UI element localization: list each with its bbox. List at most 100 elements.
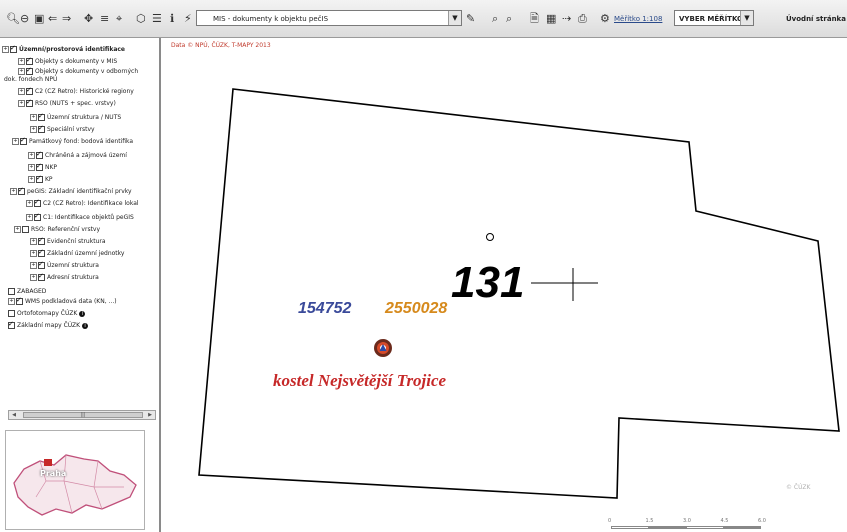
tree-item[interactable]: + Speciální vrstvy	[30, 124, 95, 134]
export-icon[interactable]: ⇢	[562, 12, 571, 26]
tree-expand-icon[interactable]: +	[14, 226, 21, 233]
table-icon[interactable]: ▦	[546, 12, 556, 26]
tree-expand-icon[interactable]: +	[18, 68, 25, 75]
tree-item[interactable]: Základní mapy ČÚZKi	[8, 320, 89, 330]
edit-icon[interactable]: ✎	[466, 12, 475, 26]
tree-expand-icon[interactable]: +	[18, 88, 25, 95]
tree-item[interactable]: + RSO (NUTS + spec. vrstvy)	[18, 98, 116, 108]
tree-item[interactable]: + Chráněná a zájmová území	[28, 150, 127, 160]
zoom-out-icon[interactable]: ⊖	[20, 12, 29, 26]
layer-checkbox[interactable]	[16, 296, 23, 305]
layers-icon[interactable]: ⬡	[136, 12, 146, 26]
tree-expand-icon[interactable]: +	[28, 176, 35, 183]
layer-checkbox[interactable]	[36, 162, 43, 171]
map-canvas[interactable]: Data © NPÚ, ČÚZK, T-MAPY 2013 131 154752…	[161, 38, 847, 532]
info-icon[interactable]: i	[82, 322, 89, 329]
tree-expand-icon[interactable]: +	[30, 114, 37, 121]
search-advanced-icon[interactable]: ⌕	[506, 12, 512, 26]
scrollbar-thumb[interactable]: |||	[23, 412, 143, 418]
tree-expand-icon[interactable]: +	[26, 200, 33, 207]
tree-item[interactable]: + Památkový fond: bodová identifika	[12, 136, 133, 146]
settings-icon[interactable]: ⚙	[600, 12, 610, 26]
tree-item[interactable]: + C2 (CZ Retro): Historické regiony	[18, 86, 134, 96]
tree-expand-icon[interactable]: +	[12, 138, 19, 145]
layer-checkbox[interactable]	[38, 124, 45, 133]
home-link[interactable]: Úvodní stránka	[786, 12, 846, 26]
tree-expand-icon[interactable]: +	[18, 100, 25, 107]
tree-expand-icon[interactable]: +	[2, 46, 9, 53]
layer-checkbox[interactable]	[38, 260, 45, 269]
layer-checkbox[interactable]	[38, 236, 45, 245]
tree-expand-icon[interactable]: +	[30, 238, 37, 245]
layer-checkbox[interactable]	[20, 136, 27, 145]
overview-map[interactable]: Praha	[5, 430, 145, 530]
tree-item[interactable]: + Územní/prostorová identifikace	[2, 44, 125, 54]
scroll-right-icon[interactable]: ▶	[146, 411, 154, 419]
layer-checkbox[interactable]	[38, 248, 45, 257]
info-icon[interactable]: ℹ	[170, 12, 174, 26]
tree-expand-icon[interactable]: +	[10, 188, 17, 195]
tree-expand-icon[interactable]: +	[28, 164, 35, 171]
tree-expand-icon[interactable]: +	[30, 250, 37, 257]
tree-item[interactable]: + C1: Identifikace objektů peGIS	[26, 212, 134, 222]
tree-item[interactable]: + peGIS: Základní identifikační prvky	[10, 186, 132, 196]
layer-checkbox[interactable]	[26, 56, 33, 65]
layer-checkbox[interactable]	[18, 186, 25, 195]
tree-expand-icon[interactable]: +	[30, 262, 37, 269]
layer-checkbox[interactable]	[10, 44, 17, 53]
tree-expand-icon[interactable]: +	[8, 298, 15, 305]
tree-item[interactable]: + Územní struktura / NUTS	[30, 112, 121, 122]
tree-item[interactable]: + KP	[28, 174, 53, 184]
tree-item[interactable]: + Objekty s dokumenty v MIS	[18, 56, 117, 66]
layer-checkbox[interactable]	[36, 174, 43, 183]
forward-arrow-icon[interactable]: ⇒	[62, 12, 71, 26]
tree-item[interactable]: + Základní územní jednotky	[30, 248, 124, 258]
scroll-left-icon[interactable]: ◀	[10, 411, 18, 419]
measure-icon[interactable]: ≡	[100, 12, 109, 26]
scale-select[interactable]: VYBER MĚŘÍTKO ▼	[674, 10, 754, 26]
layer-checkbox[interactable]	[34, 198, 41, 207]
tree-item[interactable]: + Evidenční struktura	[30, 236, 106, 246]
layer-checkbox[interactable]	[26, 98, 33, 107]
tree-item[interactable]: + WMS podkladová data (KN, ...)	[8, 296, 117, 306]
identify-icon[interactable]: ⚡	[184, 12, 192, 26]
tree-expand-icon[interactable]: +	[30, 274, 37, 281]
tree-expand-icon[interactable]: +	[18, 58, 25, 65]
layer-checkbox[interactable]	[26, 66, 33, 75]
tree-item[interactable]: ZABAGED	[8, 288, 46, 296]
layer-checkbox[interactable]	[8, 288, 15, 295]
chevron-down-icon[interactable]: ▼	[740, 11, 753, 25]
layer-checkbox[interactable]	[38, 112, 45, 121]
horizontal-scrollbar[interactable]: ◀ ||| ▶	[8, 410, 156, 420]
layer-checkbox[interactable]	[26, 86, 33, 95]
tree-item[interactable]: + Objekty s dokumenty v odborných	[18, 66, 138, 76]
tree-item[interactable]: dok. fondech NPÚ	[4, 76, 57, 84]
layer-checkbox[interactable]	[38, 272, 45, 281]
layer-checkbox[interactable]	[36, 150, 43, 159]
info-icon[interactable]: i	[79, 310, 86, 317]
layer-checkbox[interactable]	[8, 310, 15, 317]
tree-expand-icon[interactable]: +	[28, 152, 35, 159]
tree-item[interactable]: + RSO: Referenční vrstvy	[14, 226, 100, 234]
layer-select[interactable]: MIS - dokumenty k objektu pečIS ▼	[196, 10, 462, 26]
back-arrow-icon[interactable]: ⇐	[48, 12, 57, 26]
tree-item[interactable]: Ortofotomapy ČÚZK i	[8, 310, 86, 318]
layer-checkbox[interactable]	[22, 226, 29, 233]
zoom-in-icon[interactable]: 🔍︎	[6, 12, 20, 26]
tree-item[interactable]: + NKP	[28, 162, 57, 172]
tree-expand-icon[interactable]: +	[30, 126, 37, 133]
tree-item[interactable]: + Adresní struktura	[30, 272, 99, 282]
layer-checkbox[interactable]	[34, 212, 41, 221]
tree-item[interactable]: + C2 (CZ Retro): Identifikace lokal	[26, 198, 139, 208]
legend-icon[interactable]: ☰	[152, 12, 162, 26]
zoom-box-icon[interactable]: ▣	[34, 12, 44, 26]
print-icon[interactable]: ⎙	[578, 12, 587, 26]
coordinates-icon[interactable]: ⌖	[116, 12, 122, 26]
pan-icon[interactable]: ✥	[84, 12, 93, 26]
chevron-down-icon[interactable]: ▼	[448, 11, 461, 25]
document-icon[interactable]: 🗎︎	[530, 12, 539, 26]
search-icon[interactable]: ⌕	[492, 12, 498, 26]
tree-expand-icon[interactable]: +	[26, 214, 33, 221]
tree-item[interactable]: + Územní struktura	[30, 260, 99, 270]
layer-checkbox[interactable]	[8, 320, 15, 329]
